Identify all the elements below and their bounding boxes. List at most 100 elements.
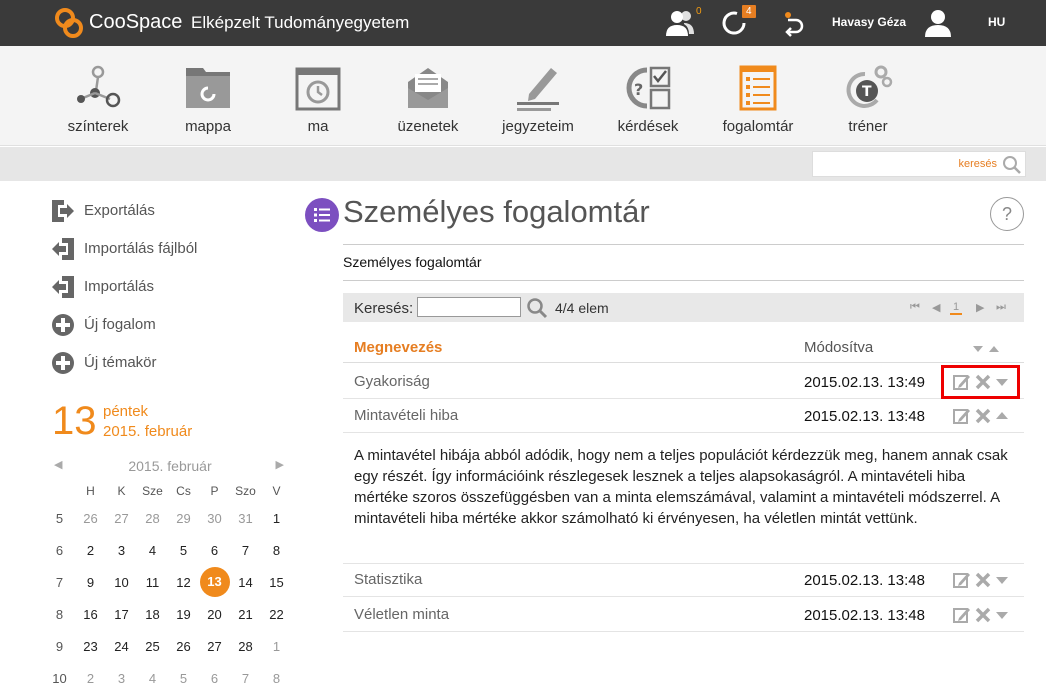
help-button[interactable]: ? <box>990 197 1024 231</box>
nav-item-mappa[interactable]: mappa <box>158 46 258 146</box>
calendar-day[interactable]: 7 <box>230 662 261 693</box>
calendar-day[interactable]: 22 <box>261 598 292 630</box>
calendar-day[interactable]: 20 <box>199 598 230 630</box>
people-icon[interactable] <box>664 8 696 38</box>
calendar-day[interactable]: 10 <box>106 566 137 598</box>
search-icon[interactable] <box>526 297 548 319</box>
term-name[interactable]: Véletlen minta <box>354 606 449 623</box>
column-modified-header[interactable]: Módosítva <box>804 339 873 356</box>
term-name[interactable]: Mintavételi hiba <box>354 407 458 424</box>
calendar-day[interactable]: 18 <box>137 598 168 630</box>
calendar-day[interactable]: 3 <box>106 534 137 566</box>
calendar-day[interactable]: 25 <box>137 630 168 662</box>
calendar-day[interactable]: 31 <box>230 502 261 534</box>
current-weekday: péntek <box>103 403 149 420</box>
collapse-icon[interactable] <box>994 407 1010 425</box>
calendar-day[interactable]: 1 <box>261 502 292 534</box>
calendar-day[interactable]: 27 <box>199 630 230 662</box>
term-name[interactable]: Gyakoriság <box>354 373 430 390</box>
calendar-day[interactable]: 29 <box>168 502 199 534</box>
delete-icon[interactable] <box>975 571 991 589</box>
calendar-day[interactable]: 26 <box>75 502 106 534</box>
calendar-day[interactable]: 8 <box>261 534 292 566</box>
user-avatar-icon[interactable] <box>922 8 954 38</box>
first-page-icon[interactable]: ⏮ <box>910 301 920 314</box>
current-day-number: 13 <box>52 399 97 443</box>
table-row[interactable]: Gyakoriság 2015.02.13. 13:49 <box>343 365 1024 399</box>
calendar-day[interactable]: 5 <box>168 534 199 566</box>
calendar-day[interactable]: 27 <box>106 502 137 534</box>
calendar-day[interactable]: 5 <box>168 662 199 693</box>
delete-icon[interactable] <box>975 606 991 624</box>
language-switch[interactable]: HU <box>988 15 1005 29</box>
calendar-day-today[interactable]: 13 <box>199 566 230 598</box>
search-icon[interactable] <box>1002 155 1022 175</box>
trainer-icon: T <box>846 65 893 108</box>
edit-icon[interactable] <box>953 606 971 624</box>
column-name-header[interactable]: Megnevezés <box>354 339 442 356</box>
calendar-day[interactable]: 4 <box>137 534 168 566</box>
organization-name[interactable]: Elképzelt Tudományegyetem <box>191 13 409 33</box>
edit-icon[interactable] <box>953 571 971 589</box>
calendar-day[interactable]: 12 <box>168 566 199 598</box>
import-icon <box>52 276 74 298</box>
last-page-icon[interactable]: ⏭ <box>996 301 1006 314</box>
quiz-icon: ? <box>626 66 671 110</box>
calendar-day[interactable]: 8 <box>261 662 292 693</box>
table-row[interactable]: Statisztika 2015.02.13. 13:48 <box>343 563 1024 597</box>
table-row[interactable]: Véletlen minta 2015.02.13. 13:48 <box>343 598 1024 632</box>
calendar-day[interactable]: 14 <box>230 566 261 598</box>
expand-icon[interactable] <box>994 571 1010 589</box>
calendar-day[interactable]: 26 <box>168 630 199 662</box>
calendar-day[interactable]: 4 <box>137 662 168 693</box>
calendar-day[interactable]: 6 <box>199 662 230 693</box>
sync-arrow-icon[interactable] <box>778 8 810 38</box>
calendar-day[interactable]: 19 <box>168 598 199 630</box>
search-input[interactable] <box>817 155 997 173</box>
nav-item-jegyzeteim[interactable]: jegyzeteim <box>488 46 588 146</box>
brand-name[interactable]: CooSpace <box>89 11 182 34</box>
calendar-day[interactable]: 2 <box>75 662 106 693</box>
current-page[interactable]: 1 <box>950 301 963 315</box>
edit-icon[interactable] <box>953 407 971 425</box>
highlight-box <box>941 365 1020 399</box>
table-row[interactable]: Mintavételi hiba 2015.02.13. 13:48 <box>343 399 1024 433</box>
expand-icon[interactable] <box>994 606 1010 624</box>
calendar-day[interactable]: 30 <box>199 502 230 534</box>
nav-item-uzenetek[interactable]: üzenetek <box>378 46 478 146</box>
calendar-day[interactable]: 2 <box>75 534 106 566</box>
nav-label: kérdések <box>617 118 679 135</box>
user-name[interactable]: Havasy Géza <box>832 15 906 29</box>
calendar-day[interactable]: 28 <box>230 630 261 662</box>
calendar-day[interactable]: 15 <box>261 566 292 598</box>
breadcrumb[interactable]: Személyes fogalomtár <box>343 254 482 270</box>
nav-item-kerdesek[interactable]: ? kérdések <box>598 46 698 146</box>
expand-collapse-all-icon[interactable] <box>972 344 1002 354</box>
nav-item-trener[interactable]: T tréner <box>818 46 918 146</box>
term-name[interactable]: Statisztika <box>354 571 422 588</box>
prev-page-icon[interactable]: ◀ <box>932 301 940 314</box>
nav-item-fogalomtar[interactable]: fogalomtár <box>708 46 808 146</box>
mini-calendar: H K Sze Cs P Szo V 5 26 27 28 29 30 31 1 6 2 3 4 5 6 7 8 7 9 10 11… <box>44 480 292 693</box>
next-page-icon[interactable]: ▶ <box>976 301 984 314</box>
calendar-day[interactable]: 11 <box>137 566 168 598</box>
calendar-day[interactable]: 9 <box>75 566 106 598</box>
calendar-day[interactable]: 1 <box>261 630 292 662</box>
calendar-day[interactable]: 17 <box>106 598 137 630</box>
calendar-day[interactable]: 23 <box>75 630 106 662</box>
nav-item-szinterek[interactable]: színterek <box>48 46 148 146</box>
table-header: Megnevezés Módosítva <box>343 331 1024 363</box>
filter-input[interactable] <box>417 297 521 317</box>
calendar-day[interactable]: 7 <box>230 534 261 566</box>
calendar-day[interactable]: 21 <box>230 598 261 630</box>
calendar-day[interactable]: 6 <box>199 534 230 566</box>
calendar-day[interactable]: 16 <box>75 598 106 630</box>
calendar-day[interactable]: 28 <box>137 502 168 534</box>
calendar-day[interactable]: 3 <box>106 662 137 693</box>
calendar-next-icon[interactable]: ▶ <box>276 458 284 471</box>
delete-icon[interactable] <box>975 407 991 425</box>
calendar-day[interactable]: 24 <box>106 630 137 662</box>
coospace-logo-icon[interactable] <box>54 7 84 39</box>
nav-item-ma[interactable]: ma <box>268 46 368 146</box>
import-file-icon <box>52 238 74 260</box>
